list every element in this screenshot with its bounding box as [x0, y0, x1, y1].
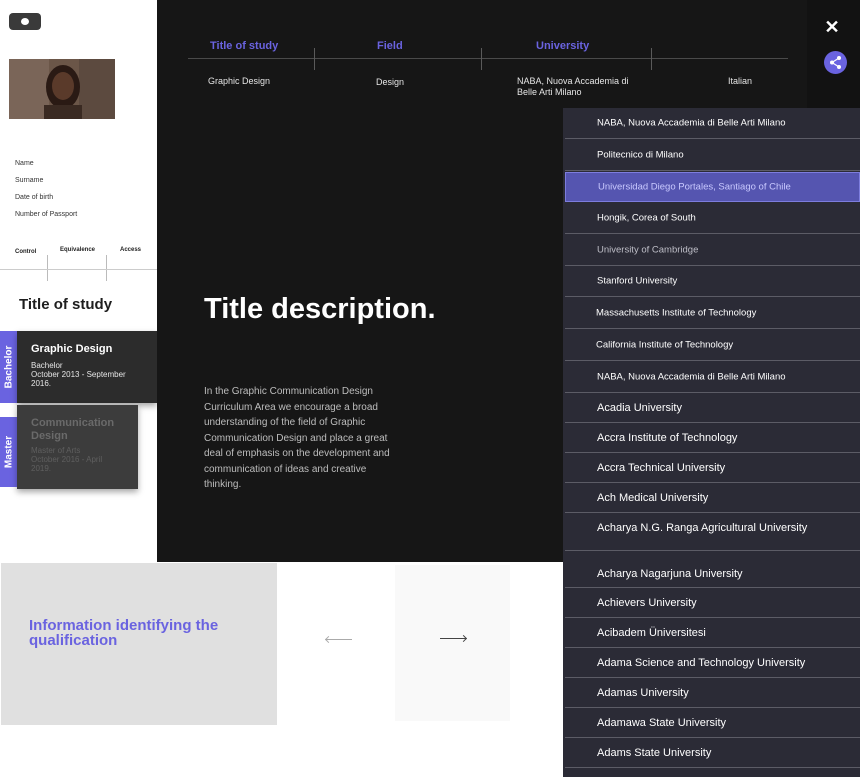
university-option[interactable]: NABA, Nuova Accademia di Belle Arti Mila…	[565, 108, 860, 139]
card-body: Graphic Design Bachelor October 2013 - S…	[17, 331, 157, 403]
university-option-label: Achievers University	[597, 596, 697, 609]
university-option-label: Massachusetts Institute of Technology	[596, 307, 757, 318]
university-option-label: California Institute of Technology	[596, 339, 734, 350]
study-card-master[interactable]: Master Communication Design Master of Ar…	[0, 403, 157, 489]
nav-card	[395, 565, 510, 721]
university-option-label: Adamawa State University	[597, 716, 726, 729]
university-option[interactable]: Ach Medical University	[565, 483, 860, 513]
university-option[interactable]: Accra Technical University	[565, 453, 860, 483]
profile-fields: Name Surname Date of birth Number of Pas…	[15, 159, 77, 227]
tab-equivalence[interactable]: Equivalence	[60, 247, 95, 253]
university-option[interactable]: University of Cambridge	[565, 234, 860, 266]
study-heading: Title of study	[19, 296, 113, 313]
university-option[interactable]: NABA, Nuova Accademia di Belle Arti Mila…	[565, 361, 860, 393]
university-option-label: NABA, Nuova Accademia di Belle Arti Mila…	[597, 371, 786, 382]
university-option[interactable]: Stanford University	[565, 266, 860, 297]
university-option-label: Acharya N.G. Ranga Agricultural Universi…	[597, 522, 808, 534]
card-dates: October 2013 - September 2016.	[31, 370, 126, 388]
university-option[interactable]: Accra Institute of Technology	[565, 423, 860, 453]
info-box: Information identifying the qualificatio…	[1, 563, 277, 725]
field-label-passport: Number of Passport	[15, 211, 78, 218]
university-option-label: Acibadem Üniversitesi	[597, 626, 706, 639]
university-option[interactable]: Acharya N.G. Ranga Agricultural Universi…	[565, 513, 860, 551]
card-side-tab: Bachelor	[0, 331, 17, 403]
tab-divider	[47, 255, 48, 281]
table-header-divider	[481, 48, 482, 70]
card-side-label: Master	[3, 435, 14, 469]
card-body: Communication Design Master of Arts Octo…	[17, 405, 138, 489]
table-cell-field: Design	[376, 77, 405, 87]
university-option-label: University of Cambridge	[597, 244, 699, 255]
university-option-selected[interactable]: Universidad Diego Portales, Santiago of …	[565, 172, 860, 202]
profile-tabs: Control Equivalence Access	[0, 244, 157, 282]
university-option-label: Politecnico di Milano	[597, 149, 684, 160]
toggle-icon[interactable]	[9, 13, 41, 30]
university-option-label: NABA, Nuova Accademia di Belle Arti Mila…	[597, 117, 786, 129]
table-header-field[interactable]: Field	[377, 40, 403, 52]
arrow-left-icon[interactable]	[326, 639, 352, 640]
university-option[interactable]: Acharya Nagarjuna University	[565, 551, 860, 588]
table-header-title[interactable]: Title of study	[210, 40, 278, 52]
table-cell-language: Italian	[728, 76, 753, 86]
table-cell-university: NABA, Nuova Accademia di Belle Arti Mila…	[517, 76, 629, 97]
university-option-label: Stanford University	[597, 275, 678, 287]
university-option-label: Acharya Nagarjuna University	[597, 568, 743, 580]
university-option-label: Adamas University	[597, 686, 689, 699]
university-option[interactable]: California Institute of Technology	[565, 329, 860, 361]
field-label-surname: Surname	[15, 177, 44, 184]
toggle-dot	[21, 18, 29, 25]
avatar	[9, 59, 115, 119]
detail-title: Title description.	[204, 293, 436, 325]
university-option[interactable]: Achievers University	[565, 588, 860, 618]
university-option-label: Adama Science and Technology University	[597, 656, 806, 669]
card-side-label: Bachelor	[3, 345, 14, 389]
field-label-dob: Date of birth	[15, 194, 54, 201]
card-subtitle: Master of Arts	[31, 446, 81, 455]
tab-underline	[0, 269, 157, 270]
table-header-divider	[651, 48, 652, 70]
tab-divider	[106, 255, 107, 281]
university-option[interactable]: Adamawa State University	[565, 708, 860, 738]
close-icon[interactable]: ✕	[823, 18, 841, 36]
tab-control[interactable]: Control	[15, 249, 36, 255]
university-option-label: Adams State University	[597, 746, 712, 759]
university-option[interactable]: Acibadem Üniversitesi	[565, 618, 860, 648]
university-option-label: Universidad Diego Portales, Santiago of …	[598, 181, 791, 193]
field-label-name: Name	[15, 160, 34, 167]
table-header-university[interactable]: University	[536, 40, 589, 52]
university-option[interactable]: Acadia University	[565, 393, 860, 423]
table-header-line	[188, 58, 788, 59]
university-option[interactable]: Hongik, Corea of South	[565, 202, 860, 234]
card-title: Graphic Design	[31, 343, 113, 355]
arrow-right-icon[interactable]	[440, 638, 466, 639]
university-dropdown[interactable]: NABA, Nuova Accademia di Belle Arti Mila…	[563, 108, 860, 777]
university-option[interactable]: Adama Science and Technology University	[565, 648, 860, 678]
university-option-label: Ach Medical University	[597, 491, 709, 504]
university-option-label: Acadia University	[597, 401, 682, 414]
detail-body: In the Graphic Communication Design Curr…	[204, 386, 390, 490]
table-header-divider	[314, 48, 315, 70]
tab-access[interactable]: Access	[120, 247, 141, 253]
study-card-bachelor[interactable]: Bachelor Graphic Design Bachelor October…	[0, 331, 157, 403]
share-icon[interactable]	[824, 51, 847, 74]
university-option-label: Accra Technical University	[597, 461, 726, 474]
info-heading: Information identifying the qualificatio…	[29, 617, 219, 649]
university-option-label: Hongik, Corea of South	[597, 212, 696, 223]
university-option[interactable]: Politecnico di Milano	[565, 139, 860, 171]
card-dates: October 2016 - April 2019.	[31, 455, 103, 473]
university-option[interactable]: Massachusetts Institute of Technology	[565, 297, 860, 329]
card-side-tab: Master	[0, 417, 17, 487]
university-option-label: Accra Institute of Technology	[597, 431, 738, 444]
university-option[interactable]: Adams State University	[565, 738, 860, 768]
card-subtitle: Bachelor	[31, 361, 63, 370]
university-option[interactable]: Adamas University	[565, 678, 860, 708]
card-title: Communication Design	[31, 417, 115, 442]
table-cell-title: Graphic Design	[208, 76, 271, 86]
app-root: Name Surname Date of birth Number of Pas…	[0, 0, 860, 777]
